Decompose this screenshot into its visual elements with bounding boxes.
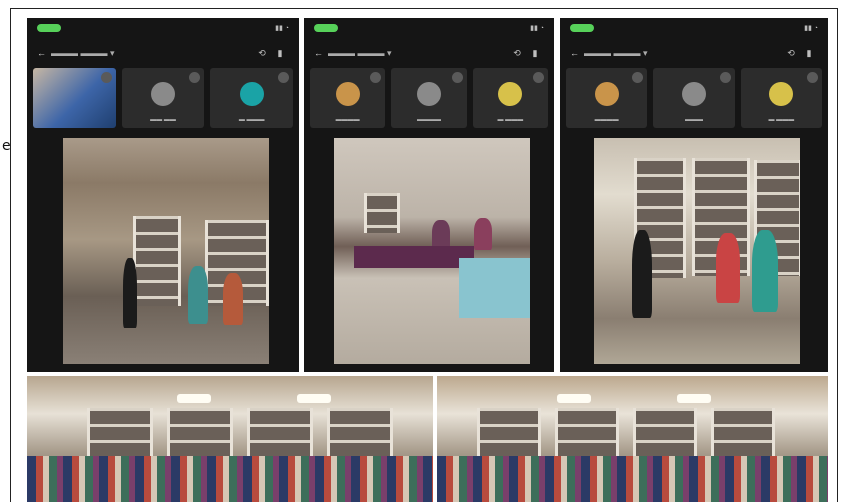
participant-tile[interactable]: ▬▬▬▬ xyxy=(391,68,467,128)
library-room-photo xyxy=(594,138,800,364)
avatar xyxy=(769,82,794,106)
status-icons: ▮▮ ◔ xyxy=(530,25,544,32)
participant-tiles: ▬▬▬▬ ▬▬▬ ▬ ▬▬▬ xyxy=(566,68,822,128)
back-arrow-icon[interactable]: ← xyxy=(570,48,584,58)
status-bar: ▮▮ ◔ xyxy=(304,18,554,38)
participant-tiles: ▬▬ ▬▬ ▬ ▬▬▬ xyxy=(33,68,294,128)
mic-muted-icon xyxy=(532,72,544,83)
mic-muted-icon xyxy=(370,72,382,83)
participant-tiles: ▬▬▬▬ ▬▬▬▬ ▬ ▬▬▬ xyxy=(310,68,548,128)
participant-tile[interactable] xyxy=(33,68,116,128)
participant-name: ▬▬ ▬▬ xyxy=(150,117,176,123)
mic-muted-icon xyxy=(806,72,818,83)
meeting-title: ▬▬▬ ▬▬▬ ▾ xyxy=(584,47,648,58)
camera-switch-icon[interactable]: ⟲ xyxy=(253,48,271,59)
status-bar: ▮▮ ◔ xyxy=(560,18,828,38)
meeting-title: ▬▬▬ ▬▬▬ ▾ xyxy=(328,47,392,58)
participant-tile[interactable]: ▬ ▬▬▬ xyxy=(472,68,548,128)
participant-tile[interactable]: ▬▬▬ xyxy=(653,68,735,128)
avatar xyxy=(594,82,619,106)
camera-switch-icon[interactable]: ⟲ xyxy=(782,48,800,59)
speaker-icon[interactable]: ▮ xyxy=(271,48,289,59)
hall-stage-photo xyxy=(334,138,530,364)
participant-tile[interactable]: ▬ ▬▬▬ xyxy=(740,68,822,128)
back-arrow-icon[interactable]: ← xyxy=(314,48,328,58)
students-group xyxy=(27,456,433,502)
group-photo-right xyxy=(437,376,828,502)
participant-name: ▬ ▬▬▬ xyxy=(768,117,795,123)
participant-tile[interactable]: ▬▬▬▬ xyxy=(310,68,386,128)
call-active-pill xyxy=(37,24,61,32)
avatar xyxy=(498,82,523,106)
students-group xyxy=(437,456,828,502)
avatar xyxy=(681,82,706,106)
call-app-bar: ← ▬▬▬ ▬▬▬ ▾ ⟲ ▮ xyxy=(27,40,299,66)
meeting-title: ▬▬▬ ▬▬▬ ▾ xyxy=(51,47,115,58)
speaker-icon[interactable]: ▮ xyxy=(800,48,818,59)
mic-muted-icon xyxy=(451,72,463,83)
main-video-feed xyxy=(594,138,800,364)
call-app-bar: ← ▬▬▬ ▬▬▬ ▾ ⟲ ▮ xyxy=(560,40,828,66)
page-edge-mark: e xyxy=(2,138,11,154)
main-video-feed xyxy=(334,138,530,364)
main-video-feed xyxy=(63,138,269,364)
participant-name: ▬▬▬ xyxy=(684,117,703,123)
participant-tile[interactable]: ▬▬ ▬▬ xyxy=(121,68,205,128)
call-active-pill xyxy=(570,24,594,32)
mic-muted-icon xyxy=(632,72,644,83)
back-arrow-icon[interactable]: ← xyxy=(37,48,51,58)
avatar xyxy=(335,82,360,106)
avatar xyxy=(416,82,441,106)
group-photo-left xyxy=(27,376,433,502)
participant-tile[interactable]: ▬ ▬▬▬ xyxy=(210,68,294,128)
participant-tile[interactable]: ▬▬▬▬ xyxy=(566,68,648,128)
library-room-photo xyxy=(63,138,269,364)
participant-name: ▬▬▬▬ xyxy=(335,117,360,123)
status-icons: ▮▮ ◔ xyxy=(275,25,289,32)
participant-name: ▬ ▬▬▬ xyxy=(497,117,524,123)
camera-switch-icon[interactable]: ⟲ xyxy=(508,48,526,59)
status-icons: ▮▮ ◔ xyxy=(804,25,818,32)
video-call-screenshot-1: ▮▮ ◔ ← ▬▬▬ ▬▬▬ ▾ ⟲ ▮ ▬▬ ▬▬ ▬ ▬▬▬ xyxy=(27,18,299,372)
participant-name: ▬ ▬▬▬ xyxy=(238,117,265,123)
mic-muted-icon xyxy=(100,72,112,83)
status-bar: ▮▮ ◔ xyxy=(27,18,299,38)
avatar xyxy=(239,82,264,106)
participant-name: ▬▬▬▬ xyxy=(594,117,619,123)
participant-name: ▬▬▬▬ xyxy=(416,117,441,123)
video-call-screenshot-3: ▮▮ ◔ ← ▬▬▬ ▬▬▬ ▾ ⟲ ▮ ▬▬▬▬ ▬▬▬ ▬ ▬▬▬ xyxy=(560,18,828,372)
call-app-bar: ← ▬▬▬ ▬▬▬ ▾ ⟲ ▮ xyxy=(304,40,554,66)
video-call-screenshot-2: ▮▮ ◔ ← ▬▬▬ ▬▬▬ ▾ ⟲ ▮ ▬▬▬▬ ▬▬▬▬ ▬ ▬▬▬ xyxy=(304,18,554,372)
avatar xyxy=(151,82,175,106)
mic-muted-icon xyxy=(189,72,201,83)
mic-muted-icon xyxy=(719,72,731,83)
speaker-icon[interactable]: ▮ xyxy=(526,48,544,59)
call-active-pill xyxy=(314,24,338,32)
mic-muted-icon xyxy=(278,72,290,83)
